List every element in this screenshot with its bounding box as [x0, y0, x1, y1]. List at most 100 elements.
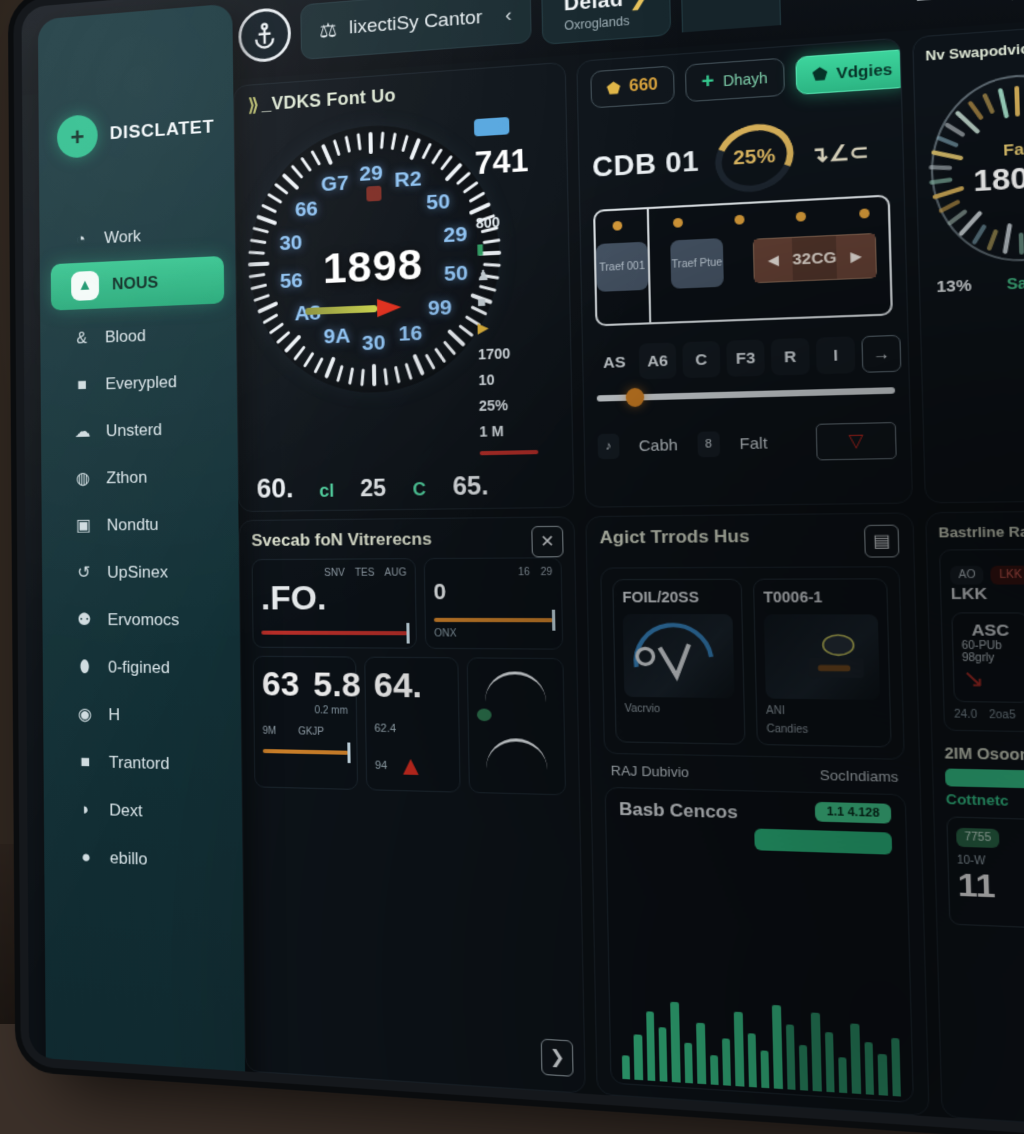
sidebar-item-trantord[interactable]: ■ Trantord [54, 738, 230, 790]
sidebar-item-dext[interactable]: ◗ Dext [55, 785, 231, 838]
asc-line-2: 98grly [962, 652, 1021, 665]
tile-model-caption: Candies [766, 723, 881, 737]
chart-bar [772, 1005, 782, 1089]
sidebar-item-work[interactable]: ◔ Work [50, 208, 223, 264]
trrods-title: Agict Trrods Hus [599, 526, 749, 549]
needle-stem [305, 305, 377, 315]
cell-63[interactable]: 63 5.8 0.2 mm 9M GKJP [253, 656, 358, 790]
tile-foil[interactable]: FOIL/20SS Vacrvio [612, 579, 745, 745]
tab-stub[interactable] [681, 0, 781, 32]
asc-column[interactable]: ASC 60-PUb 98grly ↘ [951, 612, 1024, 703]
tab-delad[interactable]: Delad ❯ Oxroglands [541, 0, 671, 45]
panel-icon[interactable]: ▤ [864, 525, 900, 558]
gauge-tick [256, 214, 277, 225]
sidebar-item-zthon[interactable]: ◍ Zthon [52, 452, 226, 502]
pad-button-2[interactable]: Traef Ptue [670, 238, 724, 289]
sidebar-item-everypled[interactable]: ■ Everypled [52, 357, 226, 409]
cell-dials[interactable] [467, 657, 566, 795]
as-button[interactable]: AS [596, 344, 633, 381]
dashboard-row-top: ⟩⟩_VDKS Font Uo 29R25029509916309AA85630… [233, 22, 1024, 512]
a6-button[interactable]: A6 [639, 342, 677, 379]
orange-track[interactable] [434, 618, 553, 622]
gauge-tick [263, 313, 279, 324]
fault-label: Falt [739, 434, 767, 453]
sidebar-item-nous[interactable]: ▲ NOUS [51, 256, 225, 311]
sidebar-item-blood[interactable]: & Blood [51, 309, 225, 363]
gauge-tick [267, 193, 283, 204]
gauge-tick [310, 150, 321, 166]
anchor-badge-icon[interactable] [238, 6, 291, 63]
r-button[interactable]: R [771, 338, 810, 376]
tile-model-label: T0006-1 [763, 588, 877, 606]
radial-gauge[interactable]: Fail 18041 [928, 69, 1024, 265]
lock-icon: ■ [75, 752, 96, 772]
red-track[interactable] [261, 631, 407, 636]
pad-button-1[interactable]: Traef 001 [596, 242, 649, 292]
sidebar-item-unsterd[interactable]: ☁ Unsterd [52, 405, 226, 456]
sidebar-item-h[interactable]: ◉ H [54, 691, 229, 742]
gauge-tick [293, 345, 306, 360]
wiper-warning-icon[interactable]: ▽ [816, 422, 897, 461]
value-slider[interactable] [597, 387, 895, 401]
sidebar-item-0-figined[interactable]: ⬮ 0-figined [54, 643, 229, 692]
coin-chip[interactable]: ⬟ 660 [590, 65, 674, 108]
tile-model[interactable]: T0006-1 ANI Candies [753, 578, 892, 747]
slider-knob[interactable] [625, 388, 644, 407]
arrow-right-button[interactable]: → [861, 335, 901, 373]
cell-64[interactable]: 64. 62.4 94 ▲ [364, 657, 460, 793]
sidebar-item-nondtu[interactable]: ▣ Nondtu [53, 500, 228, 549]
bar-chart[interactable]: Basb Cencos 1.1 4.128 [605, 787, 914, 1103]
cell-onx[interactable]: 16 29 0 ONX [424, 557, 564, 649]
green-indicator [477, 708, 492, 721]
radial-caption: Nv Swapodvicions [925, 35, 1024, 64]
f3-button[interactable]: F3 [726, 339, 765, 376]
brand[interactable]: + DISCLATET [39, 98, 235, 167]
cell-fo[interactable]: SNV TES AUG .FO. [252, 558, 417, 649]
stepper-prev-button[interactable]: ◀ [754, 238, 793, 282]
cell-left[interactable]: 7755 10-W 11 [946, 816, 1024, 928]
baseline-main-label: LKK [950, 584, 1024, 603]
tab-lixectisy-cantor[interactable]: ⚖ lixectiSy Cantor ‹ [300, 0, 532, 60]
gauge-wrap: 29R25029509916309AA8563066G7 1898 741 [235, 95, 572, 444]
cdb-header-row: CDB 01 25% ↴∠⊂ [592, 117, 890, 200]
radial-footer: 13% Safer 768 [931, 271, 1024, 297]
chevron-left-icon[interactable]: ‹ [505, 4, 512, 27]
cabh-label: Cabh [639, 436, 678, 455]
orange-track-2[interactable] [263, 749, 349, 755]
connect-label[interactable]: Cottnetc [946, 791, 1009, 809]
c-button[interactable]: C [682, 341, 720, 378]
bar-button[interactable]: I [816, 336, 856, 374]
mini-labels: SNV TES AUG [261, 567, 407, 579]
gauge-side-value-2: 800 [476, 214, 500, 232]
gauge-dial-number: 16 [398, 321, 422, 346]
cell-58-value: 5.8 [313, 665, 361, 705]
sidebar-item-upsinex[interactable]: ↺ UpSinex [53, 548, 228, 596]
chip-ao[interactable]: AO [950, 566, 984, 585]
speed-gauge[interactable]: 29R25029509916309AA8563066G7 1898 [248, 118, 501, 396]
stepper-next-button[interactable]: ▶ [836, 234, 876, 279]
bell-icon[interactable]: ♟ [950, 0, 968, 2]
radial-tick [998, 88, 1010, 119]
chat-bubble-icon[interactable]: ▣ [915, 0, 934, 4]
primary-chip[interactable]: ⬟ Vdgies [795, 49, 910, 95]
tiles-box: FOIL/20SS Vacrvio [600, 566, 905, 760]
chevron-right-icon[interactable]: ❯ [541, 1039, 574, 1077]
note-pill[interactable]: ♪ [598, 434, 620, 460]
gauge-tick [394, 366, 401, 384]
sub-label-soc[interactable]: SocIndiams [820, 767, 899, 785]
lock-icon: ■ [72, 375, 93, 395]
close-icon[interactable]: ✕ [531, 526, 563, 558]
gauge-tick [336, 365, 344, 382]
refresh-icon: ↺ [73, 563, 94, 583]
add-chip[interactable]: + Dhayh [685, 58, 785, 103]
red-indicator-bar [480, 450, 539, 455]
sidebar-item-label: Nondtu [107, 515, 159, 535]
device-diagram[interactable]: Traef 001 Traef Ptue ◀ 32CG ▶ [593, 194, 893, 326]
sidebar-item-label: H [108, 705, 120, 725]
sidebar-item-ebillo[interactable]: ● ebillo [55, 833, 231, 888]
quantity-stepper[interactable]: ◀ 32CG ▶ [753, 233, 878, 283]
sub-label-raj[interactable]: RAJ Dubivio [611, 762, 690, 780]
chip-lkk[interactable]: LKK [991, 566, 1024, 585]
sidebar-item-ervomocs[interactable]: ⚉ Ervomocs [53, 596, 228, 644]
tile-model-sub: ANI [766, 705, 881, 719]
